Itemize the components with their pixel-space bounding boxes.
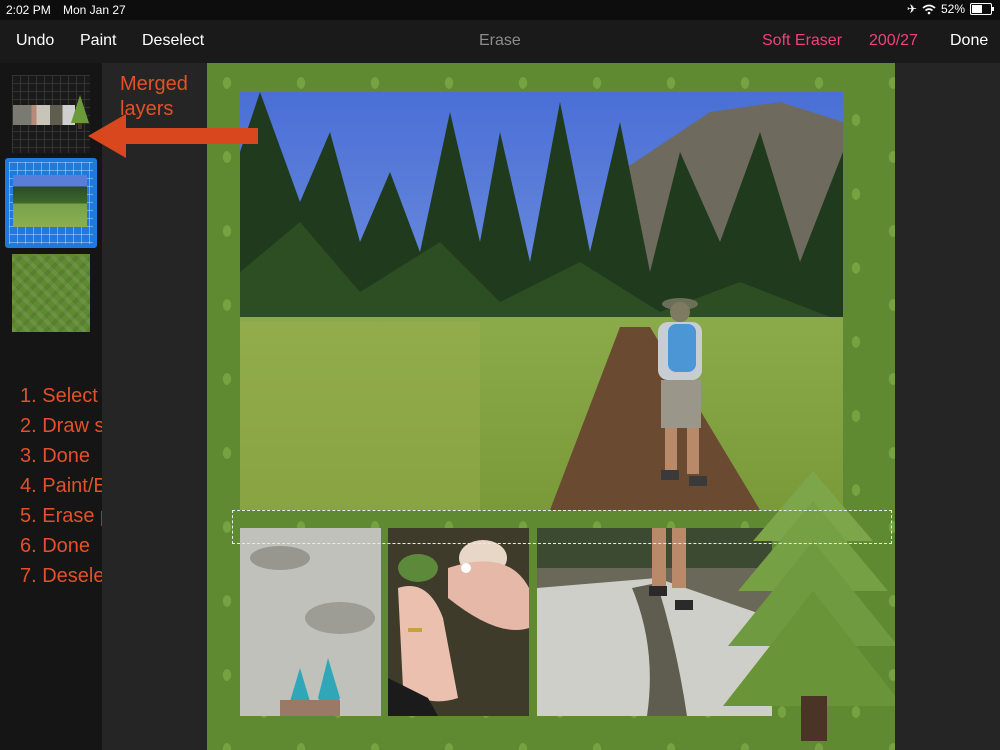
status-bar: 2:02 PM Mon Jan 27 ✈ 52% (0, 0, 1000, 20)
hiking-meadow-image (240, 92, 843, 510)
status-icons: ✈ 52% (906, 2, 994, 16)
scrapbook-canvas[interactable] (207, 63, 895, 750)
photo-hands[interactable] (388, 528, 529, 716)
photo-shoes-gravel[interactable] (240, 528, 381, 716)
airplane-icon: ✈ (906, 2, 917, 16)
undo-button[interactable]: Undo (16, 32, 54, 50)
wifi-icon (922, 4, 936, 14)
arrow-left-icon (88, 114, 258, 158)
paint-button[interactable]: Paint (80, 32, 116, 50)
hands-image (388, 528, 529, 716)
merged-photo-strip (13, 105, 75, 125)
main-photo[interactable] (240, 92, 843, 510)
status-time: 2:02 PM (6, 3, 51, 17)
selection-marquee[interactable] (232, 510, 892, 544)
battery-percent: 52% (940, 2, 965, 16)
layer-grid (9, 162, 93, 244)
callout-line-1: Merged (120, 73, 188, 95)
layer-thumbnail-merged[interactable] (12, 75, 90, 153)
layers-panel: 1. Select tool 2. Draw selection 3. Done… (0, 63, 173, 750)
tool-selector-button[interactable]: Soft Eraser (762, 32, 842, 50)
brush-size-button[interactable]: 200/27 (869, 32, 918, 50)
deselect-button[interactable]: Deselect (142, 32, 204, 50)
done-button[interactable]: Done (950, 32, 988, 50)
toolbar-title: Erase (479, 32, 521, 49)
layer-thumbnail-photo[interactable] (5, 158, 97, 248)
toolbar: Undo Paint Deselect Erase Soft Eraser 20… (0, 20, 1000, 63)
layer-thumbnail-paper[interactable] (12, 254, 90, 332)
merged-tree-icon (71, 95, 89, 129)
shoes-gravel-image (240, 528, 381, 716)
layer-photo-preview (13, 175, 87, 227)
battery-icon (970, 3, 994, 15)
status-date: Mon Jan 27 (63, 3, 126, 17)
